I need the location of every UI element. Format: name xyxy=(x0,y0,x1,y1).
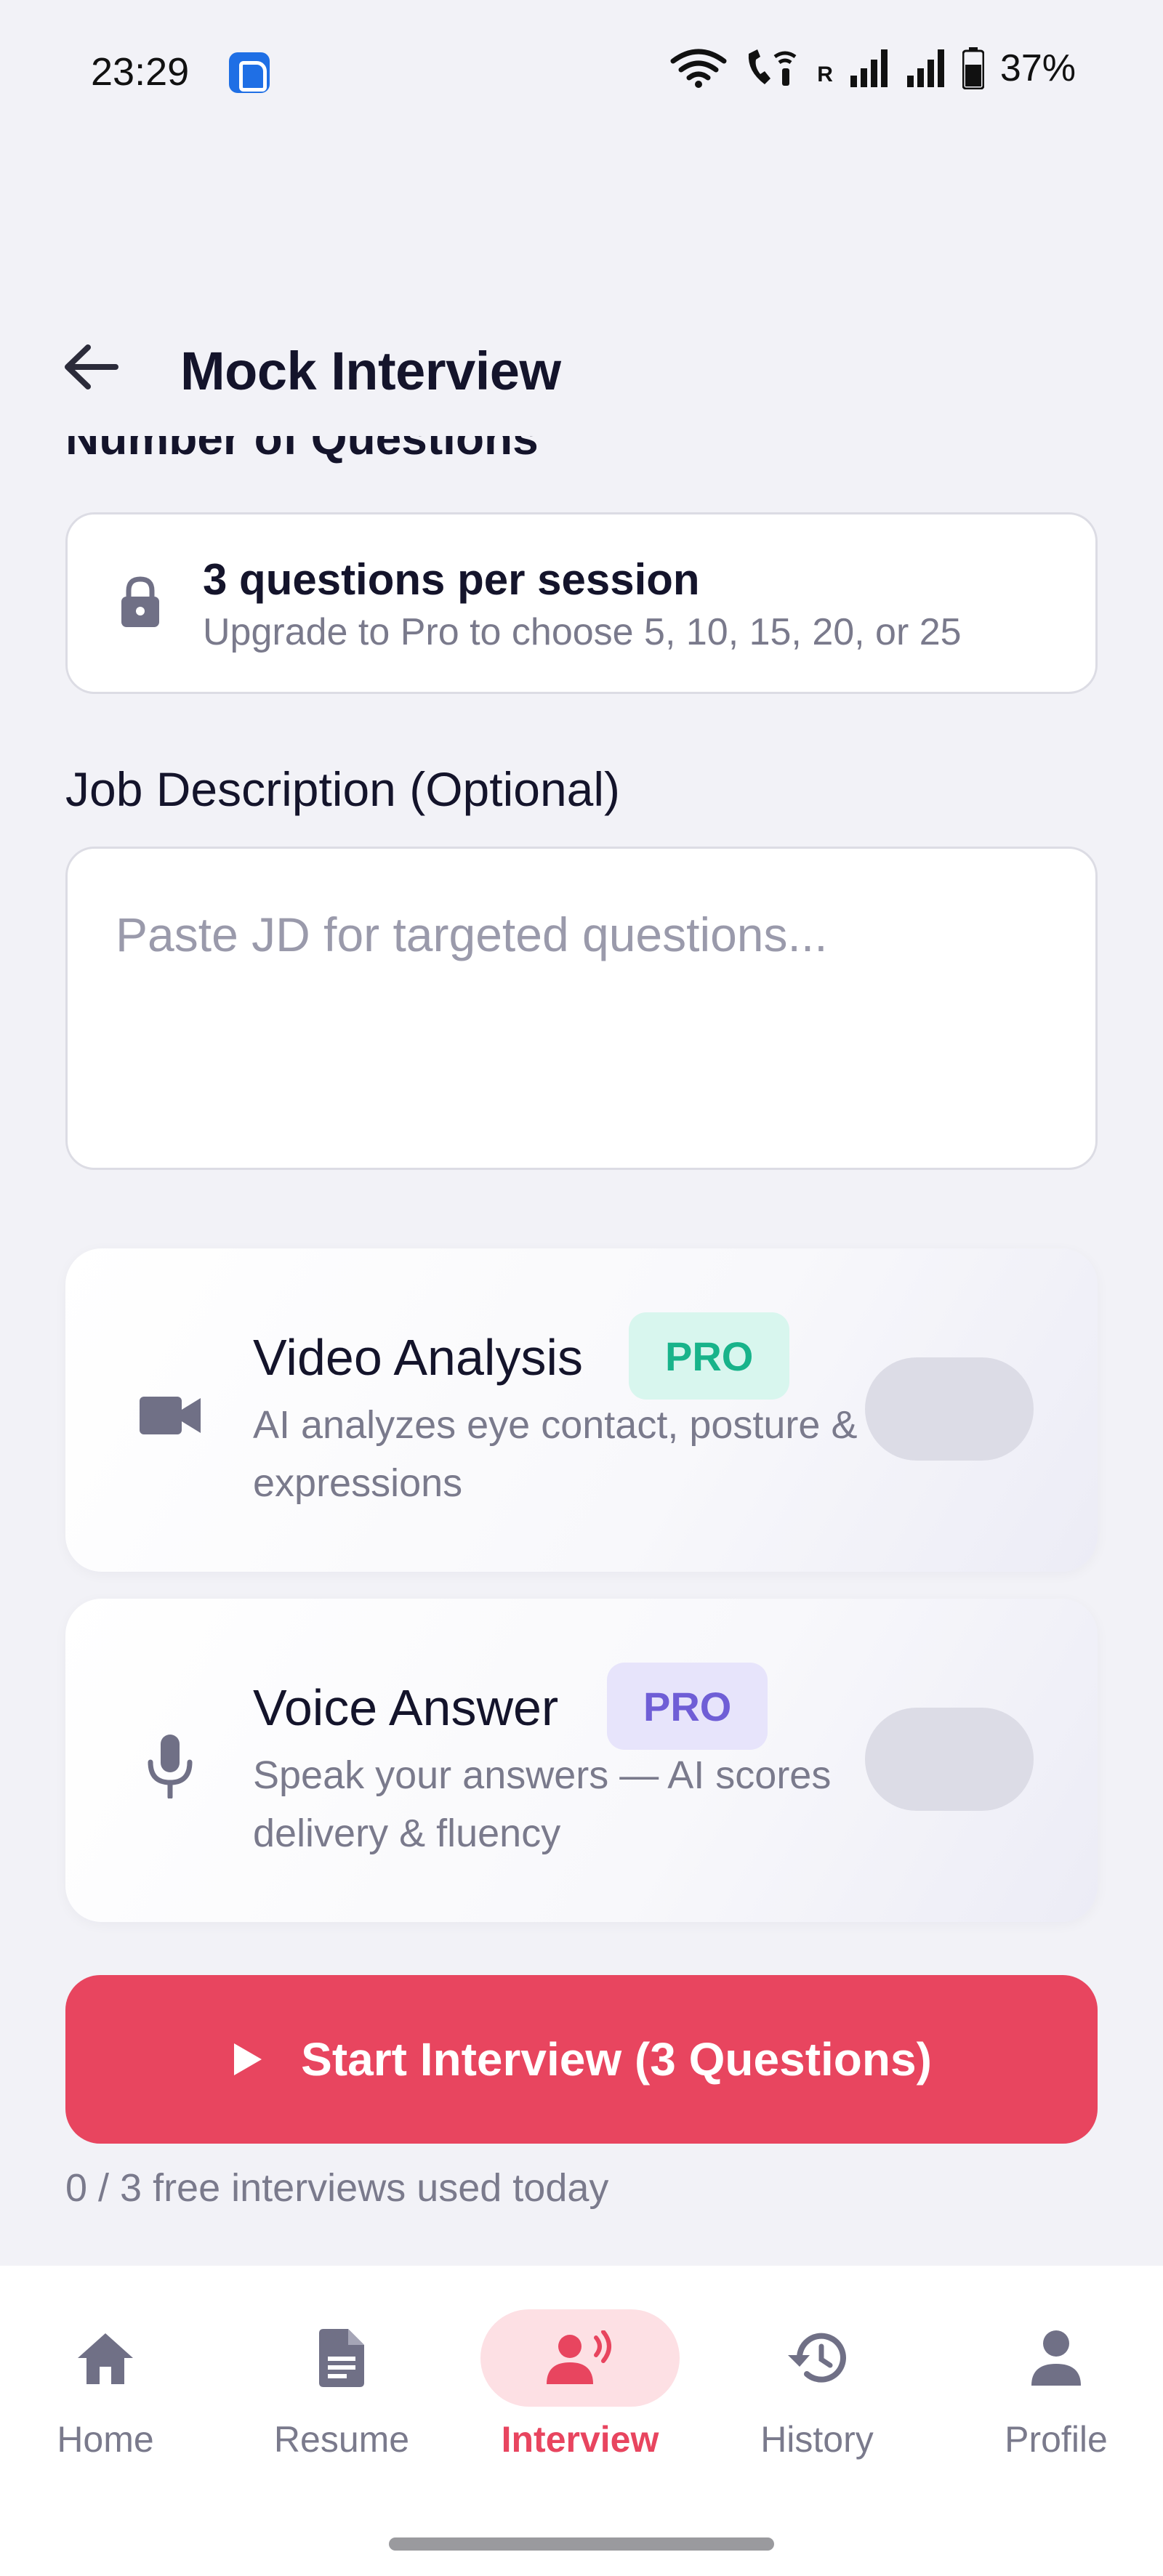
video-camera-icon xyxy=(134,1379,206,1452)
home-indicator[interactable] xyxy=(389,2537,774,2551)
nav-label-resume: Resume xyxy=(273,2419,410,2460)
phone-app-notification-icon xyxy=(229,52,270,93)
page-title: Mock Interview xyxy=(180,341,561,401)
roaming-indicator: R xyxy=(817,62,833,86)
nav-item-history[interactable]: History xyxy=(712,2309,922,2498)
voice-answer-toggle[interactable] xyxy=(865,1708,1034,1811)
start-interview-label: Start Interview (3 Questions) xyxy=(301,2033,932,2086)
nav-label-profile: Profile xyxy=(1005,2419,1108,2460)
status-bar: 23:29 R 37% xyxy=(0,0,1163,145)
signal-icon xyxy=(850,49,888,87)
microphone-icon xyxy=(134,1729,206,1802)
nav-item-interview[interactable]: Interview xyxy=(475,2309,685,2498)
nav-item-home[interactable]: Home xyxy=(0,2309,211,2498)
app-header: Mock Interview xyxy=(0,305,1163,421)
start-interview-button[interactable]: Start Interview (3 Questions) xyxy=(65,1975,1098,2144)
interview-speaker-icon xyxy=(480,2309,680,2407)
document-icon xyxy=(242,2309,441,2407)
back-button[interactable] xyxy=(58,334,124,400)
status-time: 23:29 xyxy=(91,50,190,94)
questions-per-session-card[interactable]: 3 questions per session Upgrade to Pro t… xyxy=(65,512,1098,694)
job-description-label: Job Description (Optional) xyxy=(65,762,620,816)
usage-counter: 0 / 3 free interviews used today xyxy=(65,2166,609,2210)
wifi-call-icon xyxy=(749,49,797,86)
wifi-icon xyxy=(670,49,727,88)
arrow-left-icon xyxy=(65,344,118,389)
nav-label-interview: Interview xyxy=(501,2419,659,2460)
video-analysis-description: AI analyzes eye contact, posture & expre… xyxy=(253,1403,858,1505)
home-icon xyxy=(6,2309,205,2407)
video-analysis-toggle[interactable] xyxy=(865,1357,1034,1461)
video-analysis-title: Video Analysis xyxy=(253,1329,584,1386)
status-icons: R 37% xyxy=(670,47,1076,90)
voice-answer-title: Voice Answer xyxy=(253,1679,559,1736)
section-label-clip: Number of Questions xyxy=(65,436,1083,478)
nav-item-profile[interactable]: Profile xyxy=(951,2309,1162,2498)
voice-answer-card: Voice Answer PRO Speak your answers — AI… xyxy=(65,1599,1098,1922)
pro-badge: PRO xyxy=(607,1663,768,1750)
nav-label-home: Home xyxy=(57,2419,154,2460)
bottom-navigation: Home Resume Interview History Profile xyxy=(0,2266,1163,2576)
questions-count-title: 3 questions per session xyxy=(203,555,700,604)
nav-item-resume[interactable]: Resume xyxy=(236,2309,447,2498)
upgrade-hint: Upgrade to Pro to choose 5, 10, 15, 20, … xyxy=(203,611,962,653)
nav-label-history: History xyxy=(760,2419,874,2460)
lock-icon xyxy=(121,576,159,627)
pro-badge: PRO xyxy=(629,1312,790,1400)
video-analysis-card: Video Analysis PRO AI analyzes eye conta… xyxy=(65,1248,1098,1572)
battery-icon xyxy=(962,47,984,89)
play-icon xyxy=(234,2043,262,2075)
voice-answer-description: Speak your answers — AI scores delivery … xyxy=(253,1753,832,1855)
questions-section-label: Number of Questions xyxy=(65,436,539,464)
history-icon xyxy=(717,2309,917,2407)
battery-percentage: 37% xyxy=(999,47,1076,89)
job-description-input[interactable] xyxy=(65,847,1098,1170)
person-icon xyxy=(957,2309,1156,2407)
signal-icon xyxy=(906,49,944,87)
